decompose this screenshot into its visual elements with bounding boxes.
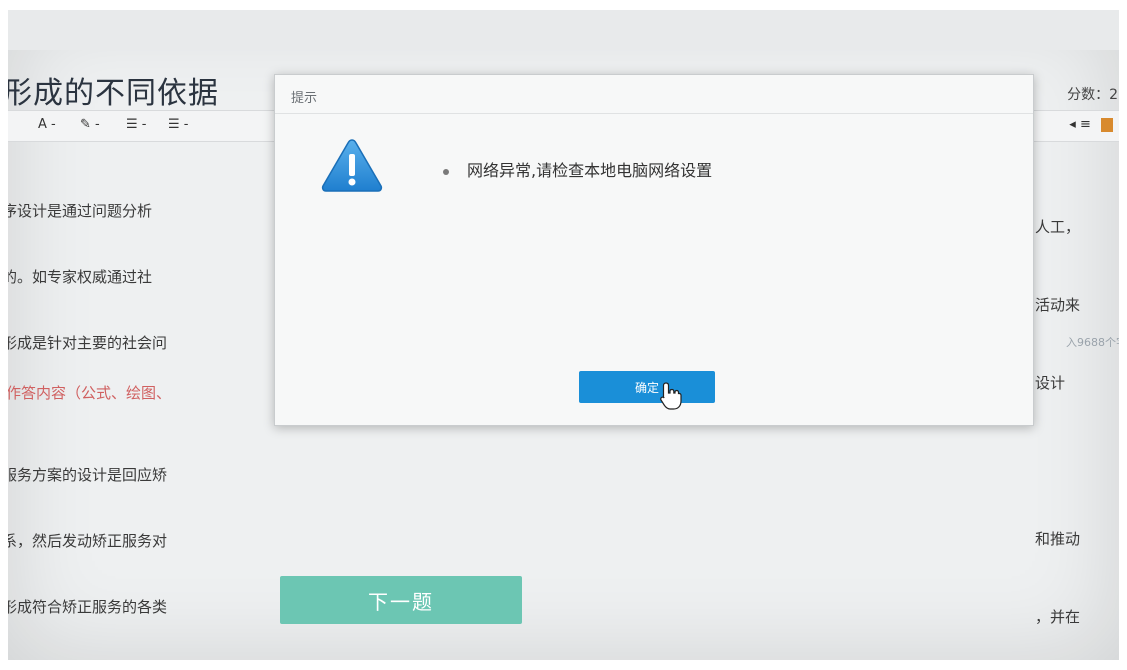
score-label: 分数：20 bbox=[1067, 87, 1119, 103]
word-count: 入9688个字 bbox=[1066, 336, 1119, 349]
browser-top-band bbox=[8, 10, 1119, 50]
hand-cursor-icon bbox=[660, 382, 682, 410]
answer-line bbox=[1035, 448, 1119, 474]
answer-line: 形成符合矫正服务的各类 bbox=[8, 598, 168, 616]
answer-line: 系，然后发动矫正服务对 bbox=[8, 532, 168, 550]
question-title: 形成的不同依据 bbox=[8, 76, 219, 111]
toolbar-right-tools[interactable]: ◂ ≡ bbox=[1069, 117, 1113, 132]
image-icon[interactable] bbox=[1101, 117, 1113, 132]
highlight-tool[interactable]: ✎ - bbox=[80, 117, 100, 132]
answer-line: 活动来 bbox=[1035, 296, 1081, 314]
ok-button[interactable]: 确定 bbox=[579, 371, 715, 403]
next-question-button[interactable]: 下一题 bbox=[280, 576, 522, 624]
bullet-icon bbox=[443, 168, 449, 175]
dialog-message: 网络异常,请检查本地电脑网络设置 bbox=[467, 161, 713, 180]
answer-line: ，并在 bbox=[1035, 608, 1081, 626]
warning-triangle-icon bbox=[321, 139, 383, 192]
unordered-list-tool[interactable]: ☰ - bbox=[168, 117, 188, 132]
dialog-message-row: 网络异常,请检查本地电脑网络设置 bbox=[443, 157, 712, 181]
answer-line: 人工， bbox=[1035, 218, 1081, 236]
alert-dialog: 提示 网络异常,请检查本地电脑网络设置 确定 bbox=[274, 74, 1034, 426]
answer-text-left[interactable]: 序设计是通过问题分析 的。如专家权威通过社 形成是针对主要的社会问 服务方案的设… bbox=[8, 156, 272, 660]
dialog-header: 提示 bbox=[275, 75, 1033, 114]
answer-line: 形成是针对主要的社会问 bbox=[8, 334, 168, 352]
answer-text-right[interactable]: 人工， 活动来 设计 和推动 ，并在 bbox=[1035, 162, 1119, 660]
font-color-tool[interactable]: A - bbox=[38, 117, 56, 132]
dialog-title: 提示 bbox=[291, 91, 318, 106]
answer-line: 的。如专家权威通过社 bbox=[8, 268, 153, 286]
answer-line: 服务方案的设计是回应矫 bbox=[8, 466, 168, 484]
answer-hint: 作答内容（公式、绘图、 bbox=[8, 384, 172, 402]
answer-line: 和推动 bbox=[1035, 530, 1081, 548]
toolbar-right-label[interactable]: ◂ ≡ bbox=[1069, 117, 1091, 132]
exam-page: 形成的不同依据 分数：20 A - ✎ - ☰ - ☰ - ◂ ≡ 序设计是通过… bbox=[8, 10, 1119, 660]
answer-line: 设计 bbox=[1035, 374, 1066, 392]
ordered-list-tool[interactable]: ☰ - bbox=[126, 117, 146, 132]
answer-line: 序设计是通过问题分析 bbox=[8, 202, 153, 220]
